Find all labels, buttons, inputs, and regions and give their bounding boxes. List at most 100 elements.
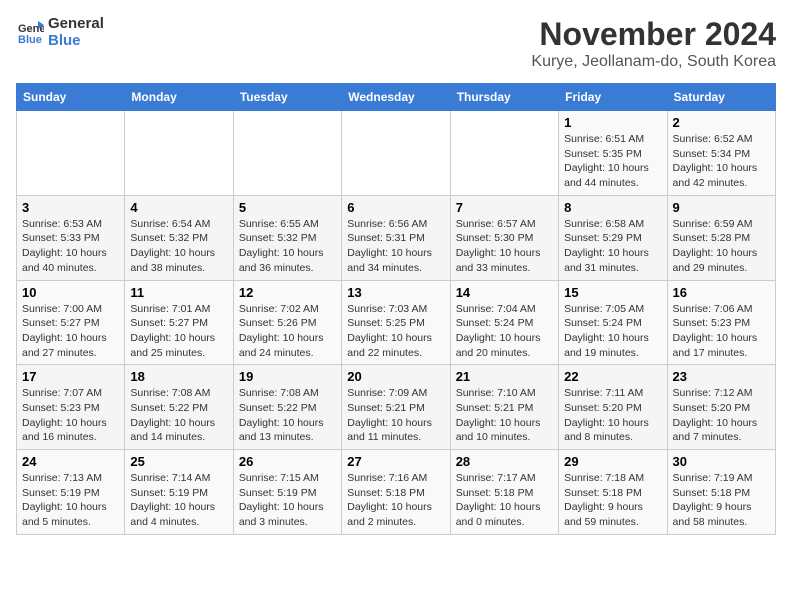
day-number: 30 [673,454,770,469]
day-info: Sunrise: 7:02 AM Sunset: 5:26 PM Dayligh… [239,302,336,361]
day-info: Sunrise: 7:04 AM Sunset: 5:24 PM Dayligh… [456,302,553,361]
calendar-cell [125,111,233,196]
day-info: Sunrise: 6:53 AM Sunset: 5:33 PM Dayligh… [22,217,119,276]
calendar-cell: 10Sunrise: 7:00 AM Sunset: 5:27 PM Dayli… [17,280,125,365]
day-info: Sunrise: 7:07 AM Sunset: 5:23 PM Dayligh… [22,386,119,445]
day-number: 19 [239,369,336,384]
day-number: 17 [22,369,119,384]
day-info: Sunrise: 7:13 AM Sunset: 5:19 PM Dayligh… [22,471,119,530]
day-info: Sunrise: 7:12 AM Sunset: 5:20 PM Dayligh… [673,386,770,445]
day-info: Sunrise: 7:03 AM Sunset: 5:25 PM Dayligh… [347,302,444,361]
day-info: Sunrise: 7:09 AM Sunset: 5:21 PM Dayligh… [347,386,444,445]
day-info: Sunrise: 6:54 AM Sunset: 5:32 PM Dayligh… [130,217,227,276]
calendar-cell: 19 Sunrise: 7:08 AM Sunset: 5:22 PM Dayli… [233,365,341,450]
day-number: 8 [564,200,661,215]
day-number: 11 [130,285,227,300]
calendar-cell [233,111,341,196]
calendar-cell: 22 Sunrise: 7:11 AM Sunset: 5:20 PM Dayli… [559,365,667,450]
calendar-cell: 20Sunrise: 7:09 AM Sunset: 5:21 PM Dayli… [342,365,450,450]
calendar-cell: 6Sunrise: 6:56 AM Sunset: 5:31 PM Daylig… [342,195,450,280]
col-header-monday: Monday [125,84,233,111]
calendar-cell: 3 Sunrise: 6:53 AM Sunset: 5:33 PM Daylig… [17,195,125,280]
week-row-3: 10Sunrise: 7:00 AM Sunset: 5:27 PM Dayli… [17,280,776,365]
calendar-cell [450,111,558,196]
calendar-cell: 8 Sunrise: 6:58 AM Sunset: 5:29 PM Daylig… [559,195,667,280]
day-info: Sunrise: 6:52 AM Sunset: 5:34 PM Dayligh… [673,132,770,191]
day-number: 1 [564,115,661,130]
calendar-cell: 28Sunrise: 7:17 AM Sunset: 5:18 PM Dayli… [450,450,558,535]
calendar-cell: 18Sunrise: 7:08 AM Sunset: 5:22 PM Dayli… [125,365,233,450]
calendar-cell: 27Sunrise: 7:16 AM Sunset: 5:18 PM Dayli… [342,450,450,535]
day-info: Sunrise: 6:56 AM Sunset: 5:31 PM Dayligh… [347,217,444,276]
calendar-cell: 12 Sunrise: 7:02 AM Sunset: 5:26 PM Dayli… [233,280,341,365]
day-info: Sunrise: 7:18 AM Sunset: 5:18 PM Dayligh… [564,471,661,530]
day-info: Sunrise: 7:10 AM Sunset: 5:21 PM Dayligh… [456,386,553,445]
day-number: 12 [239,285,336,300]
location-subtitle: Kurye, Jeollanam-do, South Korea [531,53,776,71]
calendar-cell: 11 Sunrise: 7:01 AM Sunset: 5:27 PM Dayli… [125,280,233,365]
week-row-5: 24 Sunrise: 7:13 AM Sunset: 5:19 PM Dayli… [17,450,776,535]
day-number: 2 [673,115,770,130]
calendar-cell: 21 Sunrise: 7:10 AM Sunset: 5:21 PM Dayli… [450,365,558,450]
calendar-cell: 30 Sunrise: 7:19 AM Sunset: 5:18 PM Dayli… [667,450,775,535]
day-info: Sunrise: 6:51 AM Sunset: 5:35 PM Dayligh… [564,132,661,191]
day-number: 22 [564,369,661,384]
col-header-sunday: Sunday [17,84,125,111]
calendar-cell: 25 Sunrise: 7:14 AM Sunset: 5:19 PM Dayli… [125,450,233,535]
day-info: Sunrise: 7:01 AM Sunset: 5:27 PM Dayligh… [130,302,227,361]
calendar-cell: 4 Sunrise: 6:54 AM Sunset: 5:32 PM Daylig… [125,195,233,280]
day-number: 7 [456,200,553,215]
logo-blue: Blue [48,33,104,50]
calendar-cell: 24 Sunrise: 7:13 AM Sunset: 5:19 PM Dayli… [17,450,125,535]
day-info: Sunrise: 7:08 AM Sunset: 5:22 PM Dayligh… [239,386,336,445]
day-number: 3 [22,200,119,215]
day-number: 27 [347,454,444,469]
day-info: Sunrise: 7:11 AM Sunset: 5:20 PM Dayligh… [564,386,661,445]
day-info: Sunrise: 6:57 AM Sunset: 5:30 PM Dayligh… [456,217,553,276]
title-section: November 2024 Kurye, Jeollanam-do, South… [531,16,776,71]
logo-general: General [48,16,104,33]
day-number: 18 [130,369,227,384]
calendar-cell: 29 Sunrise: 7:18 AM Sunset: 5:18 PM Dayli… [559,450,667,535]
week-row-2: 3 Sunrise: 6:53 AM Sunset: 5:33 PM Daylig… [17,195,776,280]
day-number: 24 [22,454,119,469]
calendar-table: SundayMondayTuesdayWednesdayThursdayFrid… [16,83,776,535]
day-info: Sunrise: 7:14 AM Sunset: 5:19 PM Dayligh… [130,471,227,530]
calendar-cell: 17 Sunrise: 7:07 AM Sunset: 5:23 PM Dayli… [17,365,125,450]
day-info: Sunrise: 6:58 AM Sunset: 5:29 PM Dayligh… [564,217,661,276]
day-number: 14 [456,285,553,300]
calendar-cell: 2 Sunrise: 6:52 AM Sunset: 5:34 PM Daylig… [667,111,775,196]
day-number: 13 [347,285,444,300]
day-number: 21 [456,369,553,384]
col-header-wednesday: Wednesday [342,84,450,111]
day-info: Sunrise: 6:55 AM Sunset: 5:32 PM Dayligh… [239,217,336,276]
day-info: Sunrise: 7:15 AM Sunset: 5:19 PM Dayligh… [239,471,336,530]
calendar-cell [17,111,125,196]
day-number: 4 [130,200,227,215]
header-row: SundayMondayTuesdayWednesdayThursdayFrid… [17,84,776,111]
col-header-friday: Friday [559,84,667,111]
logo: General Blue General Blue [16,16,104,49]
day-number: 29 [564,454,661,469]
week-row-1: 1 Sunrise: 6:51 AM Sunset: 5:35 PM Daylig… [17,111,776,196]
col-header-saturday: Saturday [667,84,775,111]
day-number: 16 [673,285,770,300]
calendar-cell: 23 Sunrise: 7:12 AM Sunset: 5:20 PM Dayli… [667,365,775,450]
day-info: Sunrise: 7:19 AM Sunset: 5:18 PM Dayligh… [673,471,770,530]
day-number: 5 [239,200,336,215]
day-number: 28 [456,454,553,469]
calendar-cell [342,111,450,196]
day-number: 9 [673,200,770,215]
col-header-tuesday: Tuesday [233,84,341,111]
calendar-cell: 9 Sunrise: 6:59 AM Sunset: 5:28 PM Daylig… [667,195,775,280]
day-info: Sunrise: 7:06 AM Sunset: 5:23 PM Dayligh… [673,302,770,361]
day-number: 25 [130,454,227,469]
day-info: Sunrise: 6:59 AM Sunset: 5:28 PM Dayligh… [673,217,770,276]
calendar-cell: 13 Sunrise: 7:03 AM Sunset: 5:25 PM Dayli… [342,280,450,365]
week-row-4: 17 Sunrise: 7:07 AM Sunset: 5:23 PM Dayli… [17,365,776,450]
day-number: 23 [673,369,770,384]
col-header-thursday: Thursday [450,84,558,111]
calendar-cell: 5 Sunrise: 6:55 AM Sunset: 5:32 PM Daylig… [233,195,341,280]
day-info: Sunrise: 7:05 AM Sunset: 5:24 PM Dayligh… [564,302,661,361]
calendar-cell: 15Sunrise: 7:05 AM Sunset: 5:24 PM Dayli… [559,280,667,365]
